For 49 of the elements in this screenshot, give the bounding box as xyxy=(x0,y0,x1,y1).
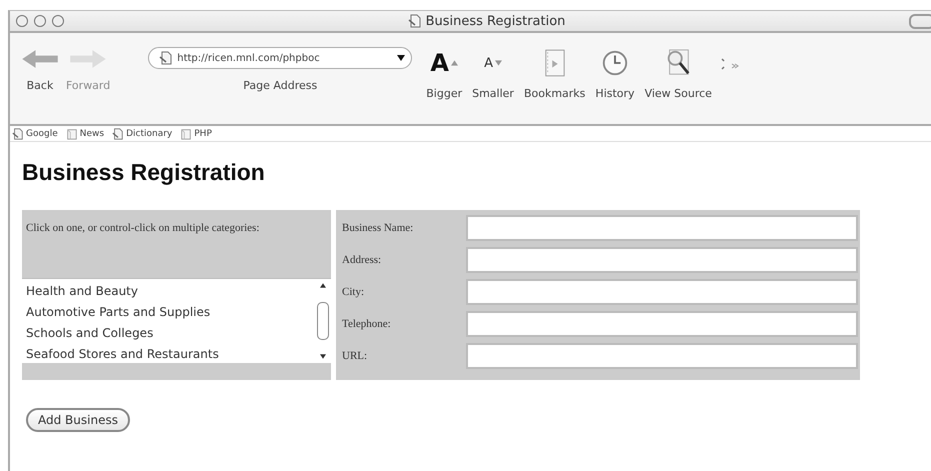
bookmark-link[interactable]: PHP xyxy=(180,128,212,140)
field-label: Telephone: xyxy=(341,318,392,330)
toolbar-button[interactable]: A Smaller xyxy=(472,43,514,100)
book-icon xyxy=(66,128,78,140)
category-option[interactable]: Health and Beauty xyxy=(26,281,311,302)
page-icon xyxy=(408,14,422,28)
window-control-icon[interactable] xyxy=(16,15,28,27)
clock-icon xyxy=(600,49,629,77)
address-label: Page Address xyxy=(243,79,318,92)
down-triangle-icon xyxy=(494,60,502,66)
field-label: Address: xyxy=(341,254,382,266)
instructions-text: Click on one, or control-click on multiple categories: xyxy=(26,222,260,236)
toolbar-button[interactable]: Bookmarks xyxy=(524,43,586,100)
input-field[interactable] xyxy=(466,279,858,305)
toolbar-button[interactable]: History xyxy=(595,43,635,100)
page-icon xyxy=(159,51,174,65)
toolbar-toggle-icon[interactable] xyxy=(909,14,931,28)
dropdown-icon[interactable] xyxy=(397,54,406,62)
bookmark-link[interactable]: News xyxy=(66,128,104,140)
page-icon xyxy=(112,128,124,140)
field-label: City: xyxy=(341,286,366,298)
scroll-down-icon[interactable] xyxy=(320,354,326,359)
category-option[interactable]: Seafood Stores and Restaurants xyxy=(26,344,311,365)
bookmark-link[interactable]: Dictionary xyxy=(112,128,172,140)
page-icon xyxy=(12,128,24,140)
input-field[interactable] xyxy=(466,343,858,369)
window-title: Business Registration xyxy=(426,14,566,28)
toolbar-button[interactable]: View Source xyxy=(644,43,712,100)
category-listbox[interactable]: Health and Beauty Automotive Parts and Supplies Schools and Colleges Seafood Stores and Restaurants xyxy=(22,278,331,363)
page-heading: Business Registration xyxy=(22,159,266,186)
category-option[interactable]: Schools and Colleges xyxy=(26,323,311,344)
book-icon xyxy=(544,49,566,77)
nav-button[interactable]: Back xyxy=(20,43,60,92)
window-control-icon[interactable] xyxy=(52,15,64,27)
category-option[interactable]: Automotive Parts and Supplies xyxy=(26,302,311,323)
input-field[interactable] xyxy=(466,247,858,273)
scrollbar-thumb[interactable] xyxy=(317,302,329,340)
bookmark-link[interactable]: Google xyxy=(12,128,58,140)
toolbar-button[interactable]: A Bigger xyxy=(426,43,462,100)
book-icon xyxy=(180,128,192,140)
add-business-button[interactable]: Add Business xyxy=(26,408,130,432)
window-control-icon[interactable] xyxy=(34,15,46,27)
input-field[interactable] xyxy=(466,215,858,241)
up-triangle-icon xyxy=(450,60,458,66)
field-label: Business Name: xyxy=(341,222,414,234)
field-label: URL: xyxy=(341,350,368,362)
address-field[interactable]: http://ricen.mnl.com/phpboc xyxy=(148,47,412,69)
input-field[interactable] xyxy=(466,311,858,337)
scroll-up-icon[interactable] xyxy=(320,283,326,288)
